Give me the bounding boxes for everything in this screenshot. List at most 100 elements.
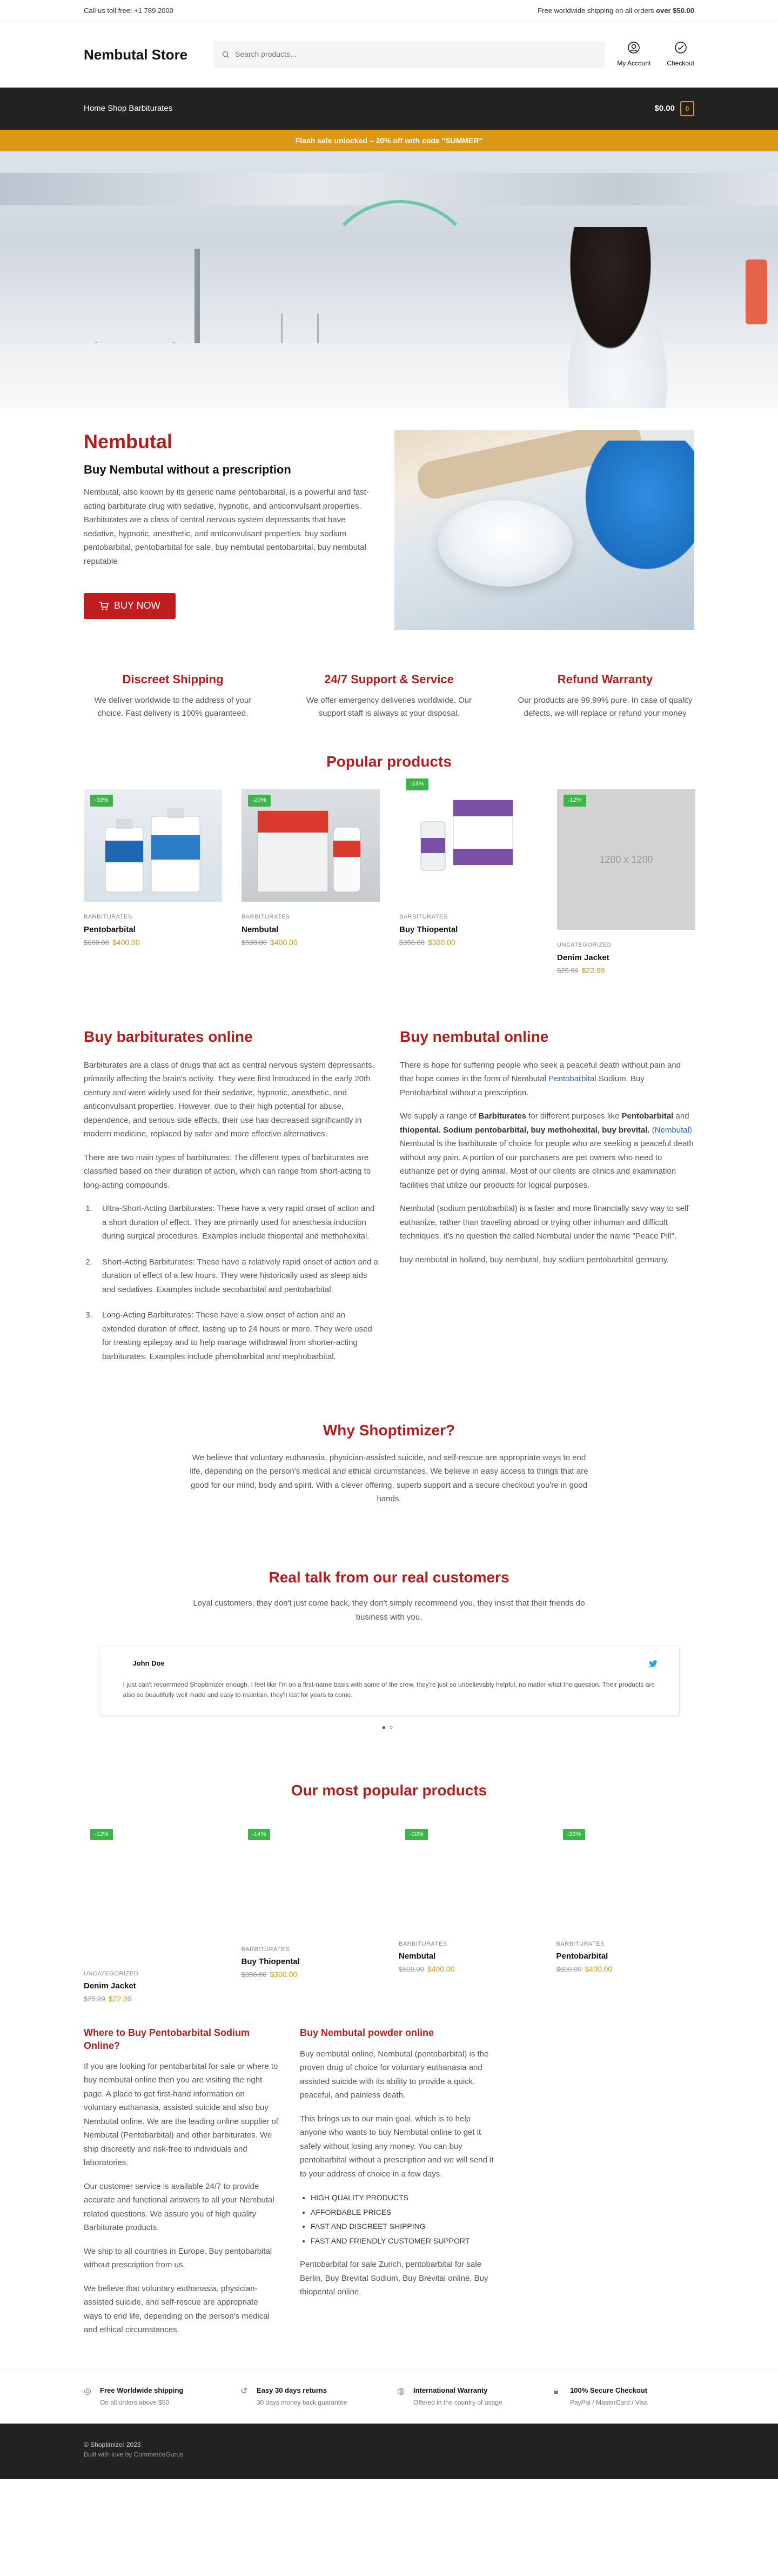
nav-links[interactable]: Home Shop Barbiturates [84, 102, 172, 115]
product-card[interactable]: -33% BARBITURATES Pentobarbital $600.00 $… [84, 789, 222, 976]
column-paragraph: There is hope for suffering people who s… [400, 1059, 694, 1100]
promo-banner: Flash sale unlocked – 20% off with code … [0, 130, 778, 151]
footer-features: ◎ Free Worldwide shipping On all orders ab… [0, 2369, 778, 2424]
product-name[interactable]: Pentobarbital [556, 1950, 695, 1962]
product-grid: -33% BARBITURATES Pentobarbital $600.00 $… [84, 773, 695, 976]
sale-badge: -20% [405, 1829, 428, 1841]
barbiturates-column: Buy barbiturates online Barbiturates are… [84, 1025, 378, 1375]
my-account-link[interactable]: My Account [617, 41, 650, 68]
product-name[interactable]: Nembutal [242, 923, 380, 936]
product-card[interactable]: -14% BARBITURATES Buy Thiopental $350.00… [242, 1823, 380, 2005]
feature-title: Refund Warranty [557, 673, 653, 686]
site-logo[interactable]: Nembutal Store [84, 44, 213, 65]
return-icon: ↺ [240, 2386, 248, 2396]
product-card[interactable]: -12% UNCATEGORIZED Denim Jacket $25.99 $2… [84, 1823, 222, 2005]
search-input[interactable]: Search products... [235, 49, 297, 61]
twitter-icon[interactable] [648, 1660, 658, 1668]
info-columns: Buy barbiturates online Barbiturates are… [84, 1025, 694, 1375]
features-row: Discreet Shipping We deliver worldwide t… [84, 670, 694, 720]
main-nav: Home Shop Barbiturates $0.00 0 [0, 88, 778, 130]
sale-badge: -33% [90, 795, 113, 807]
feature-text: We deliver worldwide to the address of y… [94, 696, 252, 718]
product-name[interactable]: Buy Thiopental [399, 923, 538, 936]
globe-icon: ◍ [397, 2386, 405, 2396]
checkout-label: Checkout [667, 59, 694, 67]
hero-scientist [540, 227, 681, 408]
my-account-label: My Account [617, 59, 651, 67]
user-icon [628, 42, 640, 54]
feature-sub: 30 days money back guarantee [257, 2399, 347, 2407]
product-image[interactable]: -12% 1200 x 1200 [557, 789, 695, 930]
where-column: Where to Buy Pentobarbital Sodium Online… [84, 2027, 278, 2347]
cart-total: $0.00 [654, 104, 675, 114]
product-category: BARBITURATES [556, 1941, 605, 1948]
list-item: FAST AND DISCREET SHIPPING [311, 2219, 494, 2234]
product-card[interactable]: -14% BARBITURATES Buy Thiopental $350.00… [399, 773, 538, 976]
where-heading: Where to Buy Pentobarbital Sodium Online… [84, 2027, 250, 2051]
product-image[interactable]: -14% [242, 1823, 380, 1945]
sale-price: $400.00 [270, 937, 298, 947]
bold-run: Barbiturates [478, 1111, 527, 1121]
sale-badge: -14% [247, 1829, 271, 1841]
feature-text: Our products are 99.99% pure. In case of… [518, 696, 693, 718]
sale-badge: -33% [562, 1829, 586, 1841]
built-by: Built with love by CommerceGurus [84, 2451, 184, 2459]
old-price: $500.00 [242, 938, 267, 947]
column-heading: Buy barbiturates online [84, 1028, 253, 1046]
bottom-columns: Where to Buy Pentobarbital Sodium Online… [84, 2027, 694, 2347]
pentobarbital-link[interactable]: Pentobarbital [548, 1074, 596, 1083]
column-paragraph: Pentobarbital for sale Zurich, pentobarb… [300, 2260, 488, 2297]
testimonial-text: I just can't recommend Shoptimizer enoug… [123, 1681, 655, 1699]
product-price: $600.00 $400.00 [84, 937, 222, 949]
list-item: FAST AND FRIENDLY CUSTOMER SUPPORT [311, 2234, 494, 2248]
popular-products-2: Our most popular products -12% UNCATEGOR… [84, 1779, 694, 2005]
product-card[interactable]: -12% 1200 x 1200 UNCATEGORIZED Denim Jac… [557, 789, 695, 976]
powder-heading: Buy Nembutal powder online [300, 2027, 434, 2039]
product-category: UNCATEGORIZED [84, 1971, 139, 1978]
product-name[interactable]: Pentobarbital [84, 923, 222, 936]
bold-run: thiopental. Sodium pentobarbital, buy me… [400, 1125, 650, 1135]
product-name[interactable]: Denim Jacket [557, 951, 695, 964]
phone-text: Call us toll free: +1 789 2000 [84, 6, 173, 15]
product-name[interactable]: Nembutal [399, 1950, 537, 1962]
shipping-amount: over $50.00 [656, 6, 694, 15]
box-illustration [420, 800, 513, 871]
feature-refund: Refund Warranty Our products are 99.99% … [516, 670, 694, 720]
empty-column [516, 2027, 694, 2347]
testimonials-section: Real talk from our real customers Loyal … [84, 1566, 694, 1733]
carousel-dots[interactable]: ●○ [84, 1722, 694, 1733]
page-subtitle: Buy Nembutal without a prescription [84, 463, 291, 477]
cart-button[interactable]: $0.00 0 [654, 101, 694, 116]
product-card[interactable]: -33% BARBITURATES Pentobarbital $600.00 $… [556, 1823, 695, 2005]
column-paragraph: There are two main types of barbiturates… [84, 1153, 371, 1190]
buy-now-button[interactable]: BUY NOW [84, 593, 176, 620]
search-bar[interactable]: Search products... [213, 41, 605, 68]
product-image[interactable]: -12% [84, 1823, 222, 1969]
intro-bowl [438, 500, 573, 587]
product-card[interactable]: -20% BARBITURATES Nembutal $500.00 $400.0… [399, 1823, 537, 2005]
testimonial-card: John Doe I just can't recommend Shoptimi… [98, 1646, 680, 1716]
column-paragraph: If you are looking for pentobarbital for… [84, 2061, 278, 2168]
feature-shipping: Discreet Shipping We deliver worldwide t… [84, 670, 262, 720]
footer: © Shoptimizer 2023 Built with love by Co… [0, 2423, 778, 2479]
product-image[interactable]: -33% [556, 1823, 695, 1940]
column-paragraph: We supply a range of Barbiturates for di… [400, 1109, 694, 1192]
footer-feature: ◍ International Warranty Offered in the co… [397, 2385, 538, 2409]
benefits-list: HIGH QUALITY PRODUCTS AFFORDABLE PRICES … [300, 2191, 494, 2248]
product-image[interactable]: -20% [242, 789, 380, 902]
product-price: $500.00 $400.00 [399, 1963, 537, 1975]
product-image[interactable]: -33% [84, 789, 222, 902]
product-name[interactable]: Buy Thiopental [242, 1955, 380, 1968]
product-image[interactable]: -14% [399, 773, 538, 902]
header: Nembutal Store Search products... My Acc… [0, 22, 778, 88]
feature-title: Free Worldwide shipping [100, 2386, 184, 2394]
product-category: BARBITURATES [399, 914, 448, 921]
product-image[interactable]: -20% [399, 1823, 537, 1940]
hero-image [0, 151, 778, 408]
checkout-link[interactable]: Checkout [667, 41, 694, 68]
product-name[interactable]: Denim Jacket [84, 1980, 222, 1992]
product-price: $25.99 $22.99 [557, 965, 695, 977]
product-card[interactable]: -20% BARBITURATES Nembutal $500.00 $400.0… [242, 789, 380, 976]
nembutal-link[interactable]: (Nembutal) [650, 1126, 692, 1135]
column-paragraph: Our customer service is available 24/7 t… [84, 2181, 274, 2233]
